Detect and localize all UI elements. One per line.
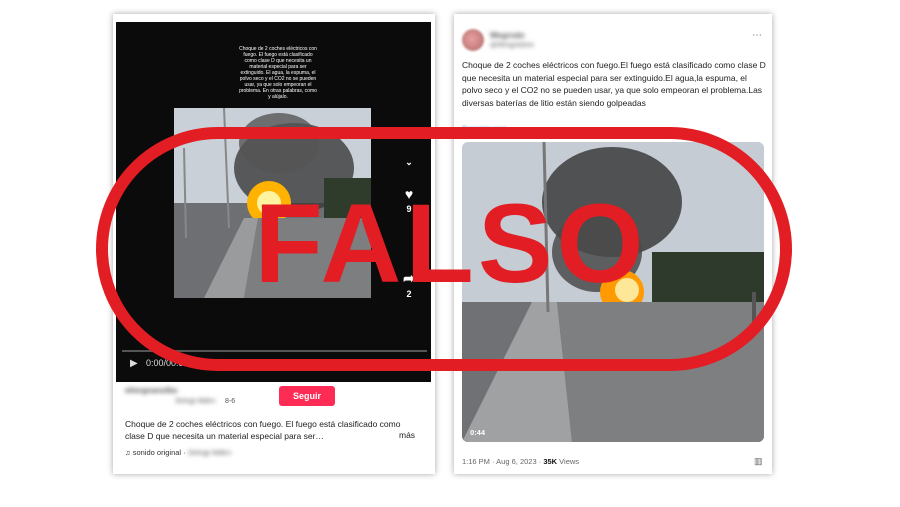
tweet-text: Choque de 2 coches eléctricos con fuego.… [462, 60, 766, 108]
more-link[interactable]: más [399, 430, 415, 440]
sound-label: sonido original [132, 448, 182, 457]
author-name[interactable]: Wegrndo [490, 31, 525, 40]
music-note-icon: ♫ [125, 448, 131, 457]
author-row: elmrgnanolbs Strtngt Mdtrn 8-6 Seguir [125, 386, 425, 410]
view-count: 35K [543, 457, 558, 466]
author-handle[interactable]: @Wrngnlslmn [490, 42, 534, 49]
play-icon[interactable]: ▶ [130, 358, 138, 369]
username[interactable]: elmrgnanolbs [125, 386, 177, 395]
avatar[interactable] [462, 29, 484, 51]
tweet-meta: 1:16 PM · Aug 6, 2023 · 35K Views [462, 457, 579, 466]
sound-author: Strtngt Mdtrn [187, 448, 232, 457]
falso-stamp-label: FALSO [254, 181, 648, 306]
display-name: Strtngt Mdtrn [175, 398, 216, 405]
more-options-icon[interactable]: ⋯ [752, 30, 762, 41]
post-date: 8-6 [225, 398, 236, 405]
post-description: Choque de 2 coches eléctricos con fuego.… [125, 419, 401, 441]
views-label: Views [557, 457, 580, 466]
analytics-icon[interactable]: ▥ [754, 456, 763, 467]
sound-row[interactable]: ♫ sonido original · Strtngt Mdtrn [125, 448, 231, 457]
video-caption-overlay: Choque de 2 coches eléctricos con fuego.… [239, 46, 317, 100]
follow-button[interactable]: Seguir [279, 386, 335, 406]
timestamp[interactable]: 1:16 PM · Aug 6, 2023 · [462, 457, 543, 466]
video-duration: 0:44 [470, 428, 486, 437]
